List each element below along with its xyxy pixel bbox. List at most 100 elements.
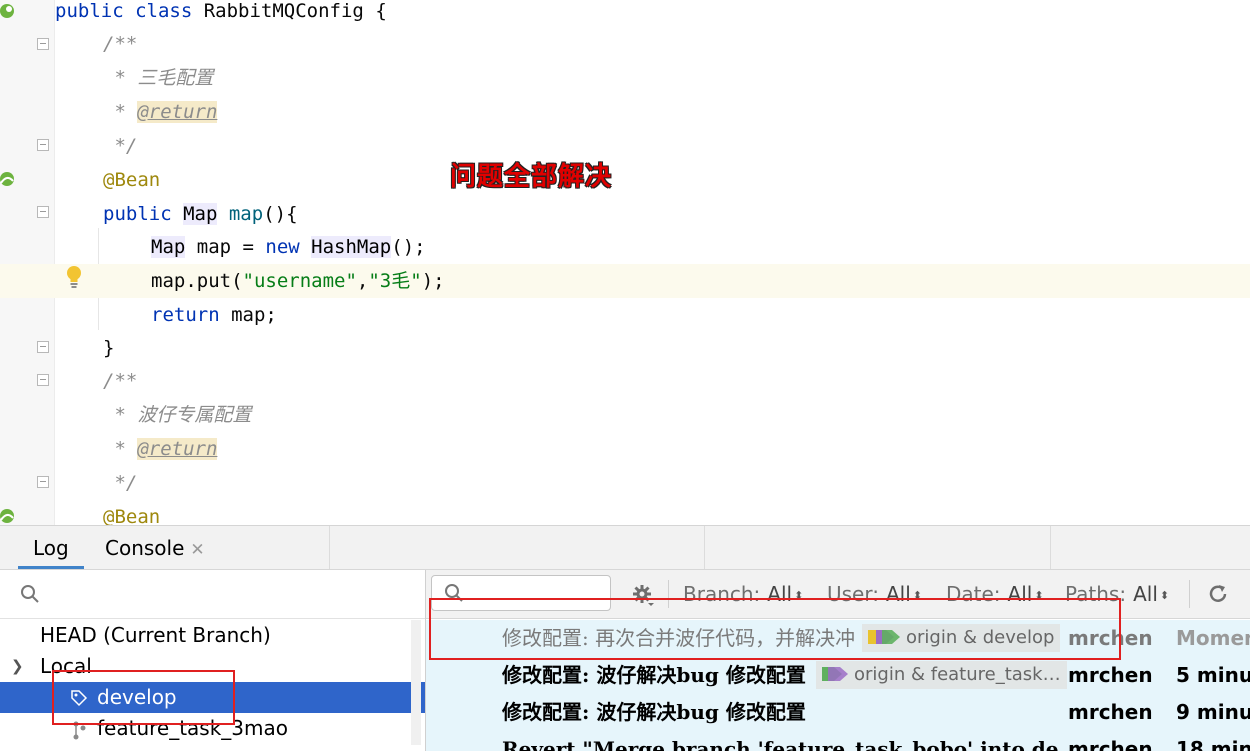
commit-row[interactable]: 修改配置: 波仔解决bug 修改配置 mrchen 9 minu bbox=[426, 694, 1250, 731]
branches-panel: HEAD (Current Branch) ❯ Local develop fea… bbox=[0, 570, 426, 751]
code-line[interactable]: } bbox=[0, 331, 1250, 365]
filter-user[interactable]: User: All ⬍ bbox=[827, 570, 922, 618]
commit-author: mrchen bbox=[1068, 663, 1153, 687]
branch-icon bbox=[73, 721, 86, 740]
tab-log[interactable]: Log bbox=[18, 526, 84, 569]
javadoc-comment: * bbox=[103, 101, 138, 123]
code-line[interactable]: public Map map(){ bbox=[0, 197, 1250, 231]
tag-icon bbox=[71, 690, 88, 707]
filter-value: All bbox=[767, 582, 793, 606]
code-line[interactable]: /** bbox=[0, 364, 1250, 398]
code-line[interactable]: @Bean bbox=[0, 163, 1250, 197]
tab-console[interactable]: Console ✕ bbox=[90, 526, 220, 569]
current-code-line[interactable]: map.put("username","3毛"); bbox=[0, 264, 1250, 298]
code-line[interactable]: */ bbox=[0, 129, 1250, 163]
gear-icon[interactable] bbox=[631, 583, 655, 607]
commit-log-panel: Branch: All ⬍ User: All ⬍ Date: All ⬍ Paths: Al… bbox=[426, 570, 1250, 751]
string-literal: "username" bbox=[242, 270, 357, 292]
commit-row[interactable]: Revert "Merge branch 'feature_task_bobo'… bbox=[426, 731, 1250, 751]
class-name: RabbitMQConfig bbox=[203, 0, 364, 22]
refresh-icon[interactable] bbox=[1206, 582, 1230, 606]
commit-author: mrchen bbox=[1068, 737, 1153, 751]
code-line[interactable]: Map map = new HashMap(); bbox=[0, 230, 1250, 264]
filter-label: User: bbox=[827, 582, 879, 606]
keyword: public class bbox=[55, 0, 204, 22]
code-line[interactable]: public class RabbitMQConfig { bbox=[0, 0, 1250, 28]
branch-item-feature[interactable]: feature_task_3mao bbox=[0, 713, 425, 744]
code-line[interactable]: * 波仔专属配置 bbox=[0, 398, 1250, 432]
divider bbox=[668, 580, 669, 608]
divider bbox=[1189, 580, 1190, 608]
code-line[interactable]: return map; bbox=[0, 298, 1250, 332]
commit-author: mrchen bbox=[1068, 700, 1153, 724]
javadoc-comment: * 波仔专属配置 bbox=[103, 404, 252, 426]
javadoc-comment: /** bbox=[103, 370, 138, 392]
commit-date: 5 minu bbox=[1176, 663, 1250, 687]
branch-item-develop[interactable]: develop bbox=[0, 682, 425, 713]
javadoc-comment: */ bbox=[103, 135, 138, 157]
tag-icon bbox=[822, 667, 848, 681]
punctuation: , bbox=[356, 270, 369, 292]
filter-value: All bbox=[1133, 582, 1158, 606]
sort-arrows-icon: ⬍ bbox=[794, 589, 804, 602]
commit-date: Momen bbox=[1176, 626, 1250, 650]
tag-icon bbox=[868, 630, 900, 644]
search-icon bbox=[445, 584, 463, 602]
code-line[interactable]: @Bean bbox=[0, 500, 1250, 525]
branch-search-field[interactable] bbox=[0, 570, 425, 619]
branch-group-local[interactable]: ❯ Local bbox=[0, 651, 425, 682]
divider bbox=[329, 526, 330, 569]
code-editor[interactable]: public class RabbitMQConfig { /** * 三毛配置… bbox=[0, 0, 1250, 525]
commit-row[interactable]: 修改配置: 再次合并波仔代码，并解决冲 origin & develop mrc… bbox=[426, 620, 1250, 657]
code-line[interactable]: * 三毛配置 bbox=[0, 61, 1250, 95]
filter-label: Branch: bbox=[683, 582, 761, 606]
divider bbox=[1050, 526, 1051, 569]
branch-item-label: feature_task_3mao bbox=[97, 716, 289, 740]
sort-arrows-icon: ⬍ bbox=[1034, 589, 1044, 602]
branch-head-label: HEAD (Current Branch) bbox=[40, 623, 271, 647]
punctuation: (); bbox=[391, 236, 426, 258]
commit-author: mrchen bbox=[1068, 626, 1153, 650]
method-name: map bbox=[228, 203, 264, 225]
sort-arrows-icon: ⬍ bbox=[912, 589, 922, 602]
commit-row[interactable]: 修改配置: 波仔解决bug 修改配置 origin & feature_task… bbox=[426, 657, 1250, 694]
javadoc-return-tag: @return bbox=[137, 101, 218, 123]
code-text: map.put( bbox=[151, 270, 243, 292]
close-icon[interactable]: ✕ bbox=[190, 540, 204, 560]
filter-label: Paths: bbox=[1065, 582, 1127, 606]
scrollbar[interactable] bbox=[411, 620, 421, 745]
code-line[interactable]: /** bbox=[0, 27, 1250, 61]
search-icon bbox=[21, 585, 39, 603]
ref-label-text: origin & feature_task… bbox=[854, 664, 1061, 685]
ref-label-text: origin & develop bbox=[906, 627, 1055, 648]
branch-item-label: develop bbox=[97, 685, 177, 709]
filter-paths[interactable]: Paths: All ⬍ bbox=[1065, 570, 1169, 618]
log-search-input[interactable] bbox=[431, 575, 611, 611]
chevron-down-icon[interactable]: ❯ bbox=[11, 651, 24, 682]
javadoc-comment: * 三毛配置 bbox=[103, 67, 214, 89]
type-name: Map bbox=[183, 203, 218, 225]
ref-label: origin & feature_task… bbox=[816, 657, 1067, 694]
branch-head[interactable]: HEAD (Current Branch) bbox=[0, 620, 425, 651]
divider bbox=[704, 526, 705, 569]
lightbulb-icon[interactable] bbox=[64, 264, 84, 290]
ref-label: origin & develop bbox=[862, 620, 1061, 657]
sort-arrows-icon: ⬍ bbox=[1159, 589, 1170, 602]
commit-subject-text: 修改配置: 再次合并波仔代码，并解决冲 bbox=[502, 626, 856, 650]
javadoc-comment: /** bbox=[103, 33, 138, 55]
type-name: HashMap bbox=[311, 236, 392, 258]
code-line[interactable]: */ bbox=[0, 466, 1250, 500]
string-literal: "3毛" bbox=[368, 270, 422, 292]
filter-value: All bbox=[1007, 582, 1033, 606]
tab-console-label: Console bbox=[105, 536, 185, 560]
keyword: new bbox=[265, 236, 312, 258]
keyword: return bbox=[151, 304, 232, 326]
filter-date[interactable]: Date: All ⬍ bbox=[946, 570, 1044, 618]
code-line[interactable]: * @return bbox=[0, 432, 1250, 466]
code-line[interactable]: * @return bbox=[0, 95, 1250, 129]
tab-log-label: Log bbox=[33, 536, 69, 560]
keyword: public bbox=[103, 203, 184, 225]
filter-value: All bbox=[885, 582, 911, 606]
javadoc-comment: */ bbox=[103, 472, 138, 494]
filter-branch[interactable]: Branch: All ⬍ bbox=[683, 570, 803, 618]
